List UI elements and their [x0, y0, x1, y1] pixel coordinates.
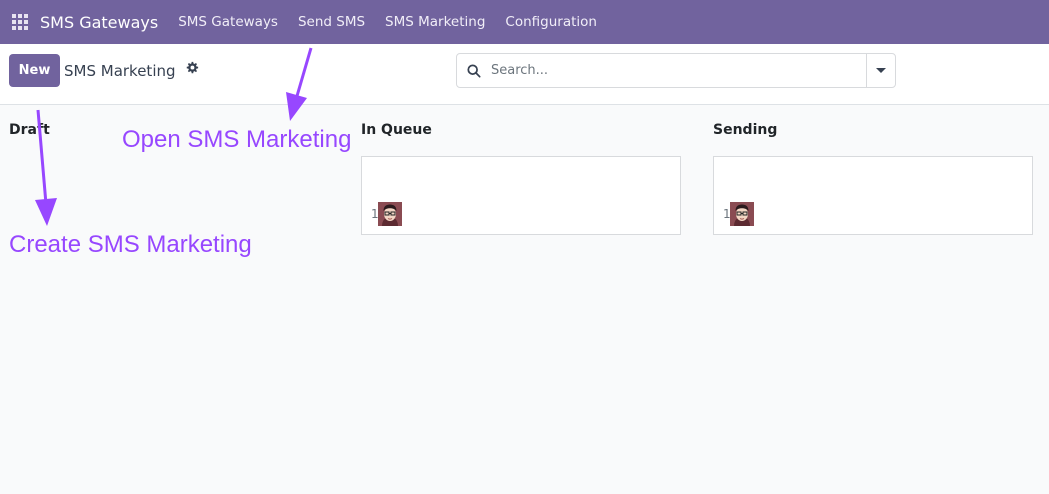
search-input[interactable]	[491, 55, 866, 86]
menu-sms-marketing[interactable]: SMS Marketing	[375, 14, 495, 30]
breadcrumb: SMS Marketing	[64, 62, 176, 80]
menu-sms-gateways[interactable]: SMS Gateways	[168, 14, 288, 30]
user-avatar-icon	[378, 202, 402, 226]
search-bar	[456, 53, 896, 88]
kanban-card-in-queue[interactable]: 1	[361, 156, 681, 235]
column-title-draft: Draft	[9, 122, 50, 138]
menu-configuration[interactable]: Configuration	[495, 14, 607, 30]
caret-down-icon	[876, 68, 886, 73]
search-icon	[457, 54, 491, 87]
gear-icon[interactable]	[185, 61, 201, 79]
annotation-create-sms-marketing: Create SMS Marketing	[9, 231, 252, 258]
control-panel: New SMS Marketing	[0, 44, 1049, 105]
main-navbar: SMS Gateways SMS Gateways Send SMS SMS M…	[0, 0, 1049, 44]
search-options-toggle[interactable]	[866, 54, 895, 87]
user-avatar-icon	[730, 202, 754, 226]
kanban-card-sending[interactable]: 1	[713, 156, 1033, 235]
annotation-open-sms-marketing: Open SMS Marketing	[122, 126, 352, 153]
column-title-in-queue: In Queue	[361, 122, 432, 138]
column-title-sending: Sending	[713, 122, 778, 138]
menu-send-sms[interactable]: Send SMS	[288, 14, 375, 30]
apps-grid-icon[interactable]	[0, 0, 40, 44]
new-button[interactable]: New	[9, 54, 60, 87]
app-brand[interactable]: SMS Gateways	[40, 13, 168, 32]
